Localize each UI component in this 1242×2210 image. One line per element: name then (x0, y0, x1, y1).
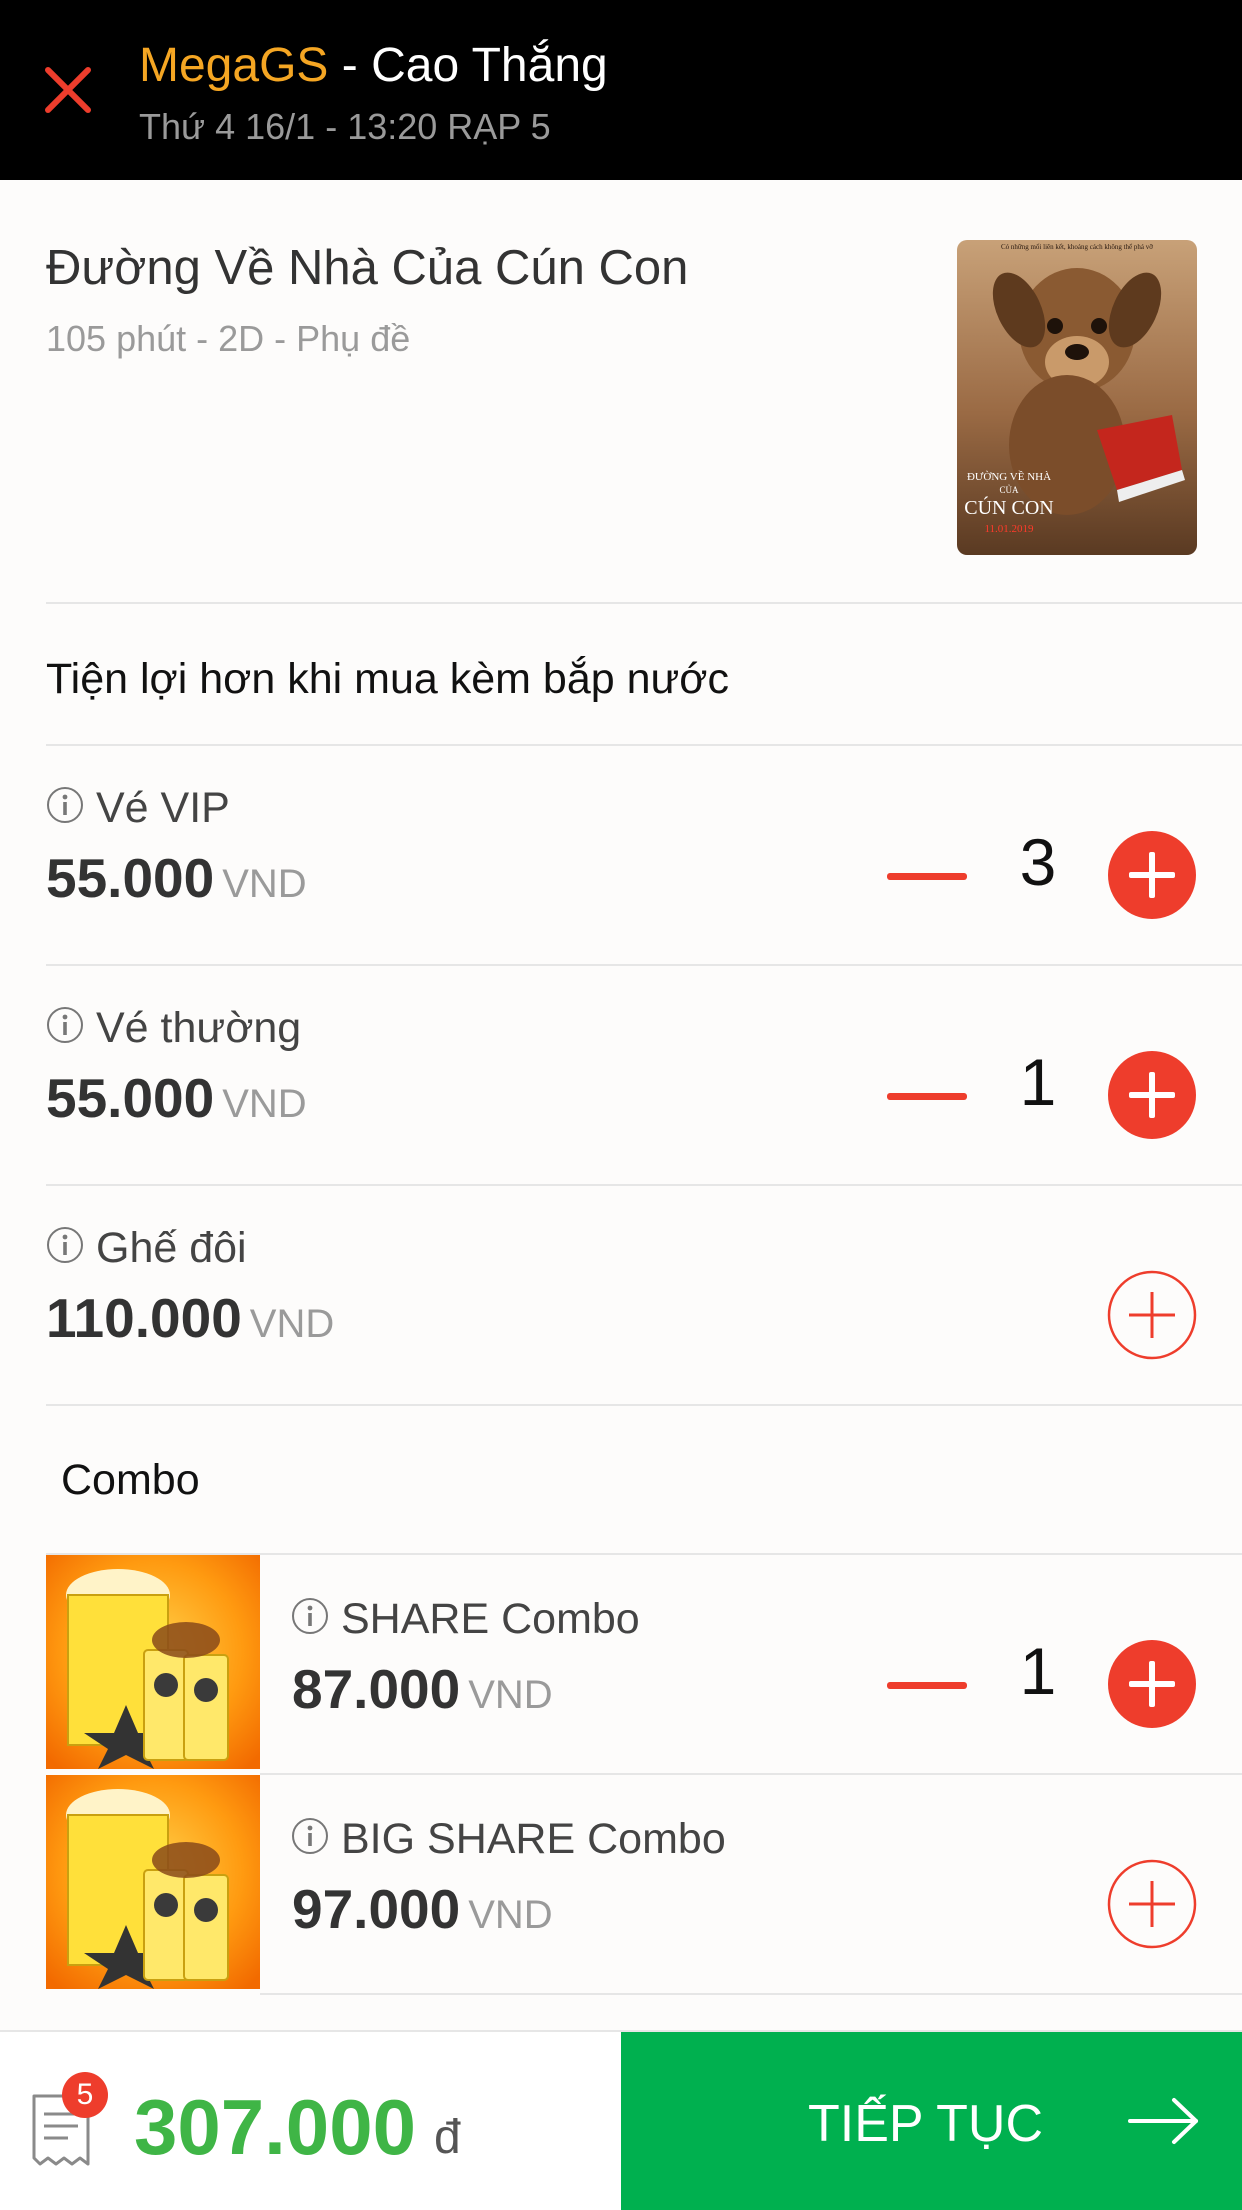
info-icon[interactable] (46, 786, 84, 824)
combo-quantity: 1 (1019, 1634, 1057, 1708)
increase-quantity-button[interactable] (1107, 1639, 1197, 1729)
info-icon[interactable] (46, 1226, 84, 1264)
combo-price: 87.000 VND (292, 1657, 553, 1721)
ticket-price: 55.000 VND (46, 846, 307, 910)
ticket-quantity: 3 (1019, 825, 1057, 899)
divider (260, 1993, 1242, 1995)
close-button[interactable] (36, 58, 100, 122)
increase-quantity-button[interactable] (1107, 1859, 1197, 1949)
decrease-quantity-button[interactable] (887, 1665, 967, 1705)
showtime-label: Thứ 4 16/1 - 13:20 RẠP 5 (139, 106, 551, 147)
divider (46, 1404, 1242, 1406)
combo-image (46, 1555, 260, 1769)
combo-price-unit: VND (468, 1673, 553, 1717)
tickets-section-title: Tiện lợi hơn khi mua kèm bắp nước (46, 655, 730, 703)
ticket-price-unit: VND (222, 862, 307, 906)
ticket-row-regular: Vé thường 55.000 VND 1 (0, 966, 1242, 1184)
combo-section-title: Combo (61, 1456, 200, 1504)
ticket-price-value: 110.000 (46, 1287, 242, 1349)
movie-title: Đường Về Nhà Của Cún Con (46, 241, 689, 295)
combo-name: SHARE Combo (341, 1595, 640, 1643)
arrow-right-icon (1128, 2098, 1198, 2144)
movie-poster: Có những mối liên kết, khoảng cách không… (957, 240, 1197, 555)
combo-price: 97.000 VND (292, 1877, 553, 1941)
combo-row-big-share: BIG SHARE Combo 97.000 VND (0, 1775, 1242, 1993)
ticket-name: Ghế đôi (96, 1224, 247, 1272)
continue-button[interactable]: TIẾP TỤC (621, 2032, 1242, 2210)
movie-meta: 105 phút - 2D - Phụ đề (46, 318, 411, 359)
poster-date: 11.01.2019 (984, 523, 1034, 535)
ticket-price: 110.000 VND (46, 1286, 334, 1350)
header-bar: MegaGS - Cao Thắng Thứ 4 16/1 - 13:20 RẠ… (0, 0, 1242, 180)
info-icon[interactable] (291, 1817, 329, 1855)
poster-title-line2: CỦA (999, 485, 1019, 495)
combo-row-share: SHARE Combo 87.000 VND 1 (0, 1555, 1242, 1773)
cinema-title: MegaGS - Cao Thắng (139, 38, 608, 93)
ticket-name: Vé VIP (96, 784, 230, 832)
ticket-row-couple: Ghế đôi 110.000 VND (0, 1186, 1242, 1404)
increase-quantity-button[interactable] (1107, 830, 1197, 920)
close-icon (45, 67, 91, 113)
ticket-name: Vé thường (96, 1004, 302, 1052)
poster-title-line3: CÚN CON (964, 495, 1053, 519)
cinema-branch: - Cao Thắng (328, 39, 608, 92)
combo-image (46, 1775, 260, 1989)
ticket-price: 55.000 VND (46, 1066, 307, 1130)
cinema-brand: MegaGS (139, 39, 329, 92)
total-currency: đ (434, 2111, 461, 2164)
info-icon[interactable] (46, 1006, 84, 1044)
total-price: 307.000 (134, 2083, 416, 2171)
combo-price-value: 97.000 (292, 1878, 461, 1940)
combo-price-unit: VND (468, 1893, 553, 1937)
ticket-price-unit: VND (249, 1302, 335, 1346)
combo-name: BIG SHARE Combo (341, 1815, 726, 1863)
ticket-price-value: 55.000 (46, 1067, 215, 1129)
increase-quantity-button[interactable] (1107, 1050, 1197, 1140)
divider (46, 602, 1242, 604)
increase-quantity-button[interactable] (1107, 1270, 1197, 1360)
combo-price-value: 87.000 (292, 1658, 461, 1720)
poster-top-text: Có những mối liên kết, khoảng cách không… (1001, 243, 1153, 251)
continue-label: TIẾP TỤC (808, 2095, 1044, 2153)
ticket-row-vip: Vé VIP 55.000 VND 3 (0, 746, 1242, 964)
cart-count-badge: 5 (62, 2072, 108, 2118)
checkout-bar: 5 307.000 đ TIẾP TỤC (0, 2030, 1242, 2210)
decrease-quantity-button[interactable] (887, 856, 967, 896)
ticket-quantity: 1 (1019, 1045, 1057, 1119)
ticket-price-unit: VND (222, 1082, 307, 1126)
decrease-quantity-button[interactable] (887, 1076, 967, 1116)
poster-title-line1: ĐƯỜNG VỀ NHÀ (967, 470, 1051, 483)
ticket-price-value: 55.000 (46, 847, 215, 909)
info-icon[interactable] (291, 1597, 329, 1635)
